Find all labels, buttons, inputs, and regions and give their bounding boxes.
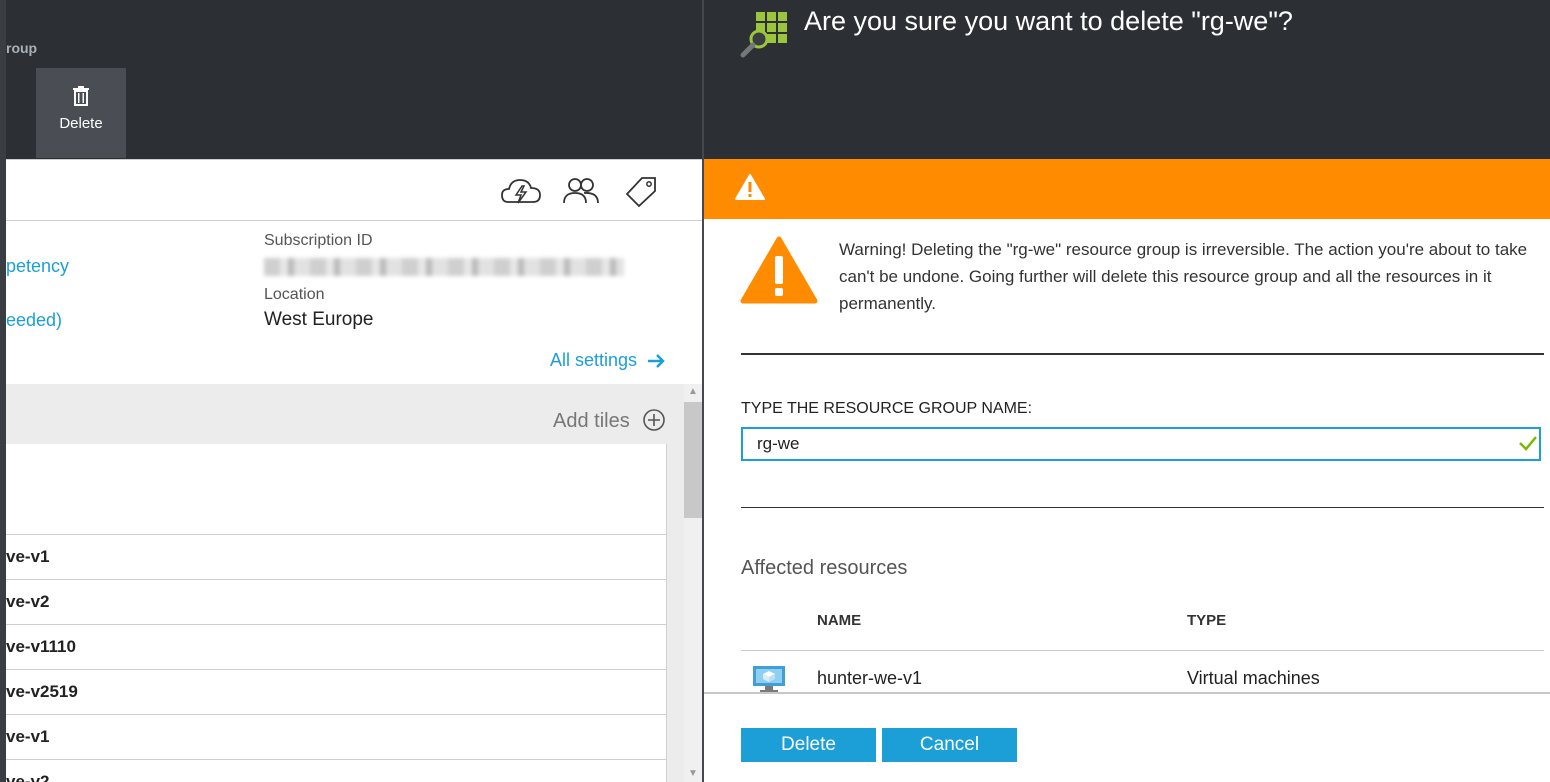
essentials-link[interactable]: eeded) [6,310,62,331]
add-tiles-button[interactable]: Add tiles [553,410,630,433]
resource-group-icon [740,12,787,58]
dialog-footer: Delete Cancel [704,692,1550,782]
delete-confirmation-blade: Are you sure you want to delete "rg-we"?… [704,0,1550,782]
essentials-panel: petency eeded) Subscription ID Location … [6,159,702,385]
affected-resources-title: Affected resources [741,557,908,579]
location-label: Location [264,286,325,303]
subscription-id-label: Subscription ID [264,232,373,249]
warning-banner [704,159,1550,219]
blade-title-fragment: roup [6,40,38,56]
virtual-machine-icon [753,666,785,692]
cloud-lightning-icon[interactable] [500,176,542,206]
warning-icon [740,236,818,304]
table-header-divider [741,650,1544,651]
divider [741,507,1544,508]
dialog-title: Are you sure you want to delete "rg-we"? [804,6,1293,36]
resource-row[interactable]: ve-v1 [6,714,666,759]
delete-command-button[interactable]: Delete [36,68,126,158]
essentials-link[interactable]: petency [6,256,69,277]
resource-row[interactable]: ve-v2 [6,759,666,782]
resource-row[interactable]: ve-v2 [6,579,666,624]
subscription-id-redacted [264,258,624,276]
warning-icon [735,174,765,200]
users-icon[interactable] [562,176,600,206]
toolbar-divider [6,220,702,221]
resource-row[interactable]: ve-v1110 [6,624,666,669]
scroll-up-icon[interactable]: ▲ [684,386,702,400]
affected-resource-name: hunter-we-v1 [817,668,923,688]
divider [741,353,1544,355]
all-settings-link[interactable]: All settings [550,350,637,371]
location-value: West Europe [264,309,374,330]
tag-icon[interactable] [624,176,658,208]
resource-row[interactable]: ve-v2519 [6,669,666,714]
tiles-area: Add tiles ve-v1 ve-v2 ve-v1110 ve-v2519 … [6,384,684,782]
affected-resource-type: Virtual machines [1187,668,1320,688]
warning-message: Warning! Deleting the "rg-we" resource g… [839,240,1528,313]
checkmark-icon [1519,436,1537,451]
resource-group-blade: roup Delete petency eeded) Subscription … [0,0,702,782]
cancel-button[interactable]: Cancel [882,728,1017,762]
delete-button[interactable]: Delete [741,728,876,762]
resource-row[interactable]: ve-v1 [6,534,666,579]
column-header-type[interactable]: TYPE [1187,612,1226,629]
trash-icon [73,86,89,106]
resource-group-name-input[interactable] [741,427,1541,461]
delete-command-label: Delete [59,115,103,132]
resources-tile: ve-v1 ve-v2 ve-v1110 ve-v2519 ve-v1 ve-v… [6,444,667,782]
type-name-label: TYPE THE RESOURCE GROUP NAME: [741,400,1033,417]
plus-circle-icon[interactable] [642,408,666,432]
arrow-right-icon[interactable] [646,352,666,370]
scroll-down-icon[interactable]: ▼ [684,768,702,782]
scrollbar-thumb[interactable] [684,402,702,518]
column-header-name[interactable]: NAME [817,612,861,629]
